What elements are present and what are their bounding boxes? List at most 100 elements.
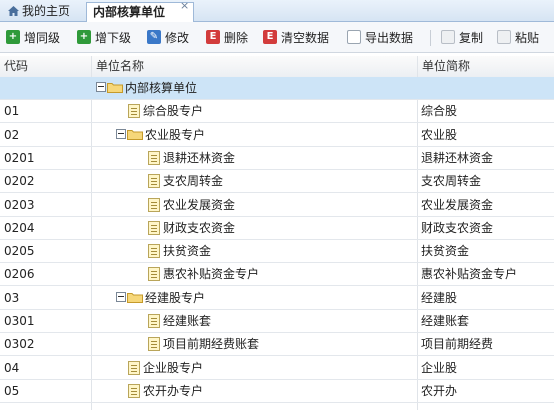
add-sibling-button[interactable]: + 增同级 (6, 29, 60, 47)
table-row[interactable]: 02 农业股专户 农业股 (0, 124, 554, 147)
clear-data-button[interactable]: E 清空数据 (263, 29, 329, 47)
tree-node[interactable]: 农业发展资金 (148, 194, 235, 216)
cell-code (4, 77, 90, 99)
export-data-button[interactable]: 导出数据 (347, 29, 413, 47)
tree-node[interactable]: 经建账套 (148, 310, 211, 332)
document-icon (148, 314, 160, 328)
tree-node[interactable]: 企业股专户 (128, 357, 203, 379)
cell-code: 04 (4, 361, 20, 375)
copy-icon (441, 30, 455, 44)
cell-short-name: 农业股 (421, 128, 458, 142)
cell-unit-name: 经建账套 (92, 310, 416, 332)
tree-node-label: 财政支农资金 (163, 221, 236, 235)
add-child-label: 增下级 (95, 31, 132, 45)
cell-unit-name: 企业股专户 (92, 357, 416, 379)
table-row[interactable]: 01 综合股专户 综合股 (0, 100, 554, 123)
folder-open-icon (127, 288, 143, 303)
table-row[interactable]: 0206 惠农补贴资金专户 惠农补贴资金专户 (0, 263, 554, 286)
tree-node[interactable]: 农业股专户 (116, 124, 205, 146)
cell-short-name: 综合股 (421, 104, 458, 118)
cell-code: 0206 (4, 267, 35, 281)
tree-node[interactable]: 财政支农资金 (148, 217, 235, 239)
copy-button[interactable]: 复制 (441, 29, 483, 47)
cell-short-name: 经建股 (421, 291, 458, 305)
document-icon (148, 267, 160, 281)
tab-close-icon[interactable]: × (180, 0, 189, 12)
tab-home[interactable]: 我的主页 (2, 2, 86, 21)
tree-node-label: 退耕还林资金 (163, 151, 236, 165)
cell-unit-name: 经建股专户 (92, 287, 416, 309)
table-row[interactable]: 0302 项目前期经费账套 项目前期经费 (0, 333, 554, 356)
table-row[interactable]: 0301 经建账套 经建账套 (0, 310, 554, 333)
tree-node[interactable]: 惠农补贴资金专户 (148, 263, 259, 285)
collapse-toggle-icon[interactable] (116, 129, 126, 139)
tree-node-label: 扶贫资金 (163, 244, 212, 258)
tree-node[interactable]: 内部核算单位 (96, 77, 197, 99)
cell-code: 0205 (4, 244, 35, 258)
edit-button[interactable]: ✎ 修改 (147, 29, 189, 47)
add-child-button[interactable]: + 增下级 (77, 29, 131, 47)
clear-data-label: 清空数据 (281, 31, 330, 45)
tree-node[interactable]: 支农周转金 (148, 170, 223, 192)
cell-code: 0204 (4, 221, 35, 235)
folder-open-icon (107, 78, 123, 93)
cell-short-name: 扶贫资金 (421, 244, 470, 258)
paste-label: 粘贴 (515, 31, 540, 45)
collapse-toggle-icon[interactable] (116, 292, 126, 302)
export-icon (347, 30, 361, 44)
tree-node-label: 经建账套 (163, 314, 212, 328)
tree-node-label: 农开办专户 (143, 384, 204, 398)
tree-node-label: 综合股专户 (143, 104, 204, 118)
tree-node-label: 支农周转金 (163, 174, 224, 188)
tree-node[interactable]: 退耕还林资金 (148, 147, 235, 169)
table-row[interactable]: 0204 财政支农资金 财政支农资金 (0, 217, 554, 240)
toolbar-separator (430, 30, 431, 46)
cell-code: 01 (4, 104, 20, 118)
delete-label: 删除 (224, 31, 249, 45)
table-row[interactable]: 0202 支农周转金 支农周转金 (0, 170, 554, 193)
collapse-toggle-icon[interactable] (96, 82, 106, 92)
table-row[interactable]: 03 经建股专户 经建股 (0, 287, 554, 310)
table-row[interactable]: 0205 扶贫资金 扶贫资金 (0, 240, 554, 263)
tree-node[interactable]: 扶贫资金 (148, 240, 211, 262)
column-header-short-name[interactable]: 单位简称 (418, 56, 554, 77)
tree-node[interactable]: 农开办专户 (128, 380, 203, 402)
cell-unit-name: 退耕还林资金 (92, 147, 416, 169)
edit-label: 修改 (165, 31, 190, 45)
tab-active-label: 内部核算单位 (93, 5, 166, 19)
add-sibling-icon: + (6, 30, 20, 44)
grid-header: 代码 单位名称 单位简称 (0, 56, 554, 78)
table-row[interactable]: 0201 退耕还林资金 退耕还林资金 (0, 147, 554, 170)
cell-code: 0201 (4, 151, 35, 165)
cell-unit-name: 农开办专户 (92, 380, 416, 402)
tree-node-label: 项目前期经费账套 (163, 337, 260, 351)
home-icon (8, 6, 19, 16)
column-header-code[interactable]: 代码 (0, 56, 91, 77)
column-header-unit-name[interactable]: 单位名称 (92, 56, 416, 77)
cell-short-name (421, 77, 554, 99)
cell-short-name: 农业发展资金 (421, 198, 494, 212)
tab-internal-accounting-unit[interactable]: 内部核算单位 (86, 2, 194, 22)
add-sibling-label: 增同级 (24, 31, 61, 45)
cell-short-name: 企业股 (421, 361, 458, 375)
clear-data-icon: E (263, 30, 277, 44)
cell-unit-name: 扶贫资金 (92, 240, 416, 262)
cell-code: 0202 (4, 174, 35, 188)
cell-code: 02 (4, 128, 20, 142)
tree-node[interactable]: 综合股专户 (128, 100, 203, 122)
tree-node-label: 农业发展资金 (163, 198, 236, 212)
cell-short-name: 支农周转金 (421, 174, 482, 188)
table-row[interactable]: 05 农开办专户 农开办 (0, 380, 554, 403)
paste-button[interactable]: 粘贴 (497, 29, 539, 47)
cell-unit-name: 财政支农资金 (92, 217, 416, 239)
tab-bar: 我的主页 内部核算单位 × (0, 0, 554, 22)
delete-button[interactable]: E 删除 (206, 29, 248, 47)
cell-code: 0301 (4, 314, 35, 328)
tree-node[interactable]: 项目前期经费账套 (148, 333, 259, 355)
table-row[interactable]: 内部核算单位 (0, 77, 554, 100)
table-row[interactable]: 0203 农业发展资金 农业发展资金 (0, 194, 554, 217)
folder-open-icon (127, 125, 143, 140)
cell-short-name: 财政支农资金 (421, 221, 494, 235)
tree-node[interactable]: 经建股专户 (116, 287, 205, 309)
table-row[interactable]: 04 企业股专户 企业股 (0, 357, 554, 380)
